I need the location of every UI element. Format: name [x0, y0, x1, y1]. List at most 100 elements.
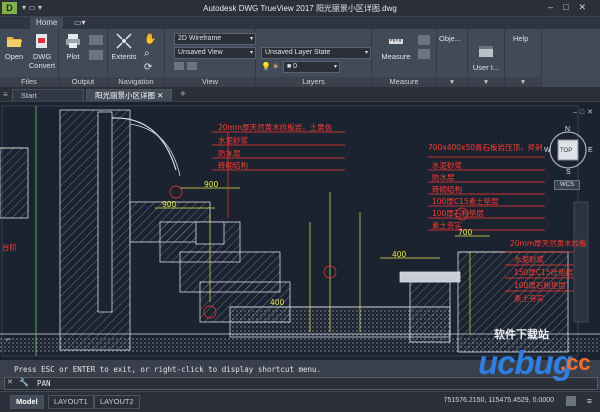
maximize-icon[interactable]: □ — [563, 2, 578, 12]
tab-home[interactable]: Home — [30, 17, 64, 29]
viewport-icon[interactable] — [174, 62, 184, 70]
menu-icon[interactable]: ≡ — [587, 396, 592, 406]
layer-freeze-icon[interactable]: ☀ — [272, 62, 279, 71]
note-17: 台阶 — [2, 243, 17, 252]
note-4: 砖砌结构 — [218, 161, 248, 170]
settings-icon[interactable] — [566, 396, 576, 406]
note-6: 水泥砂浆 — [432, 161, 462, 170]
preview-icon[interactable] — [89, 50, 103, 60]
wcs-dropdown[interactable]: WCS — [554, 180, 580, 190]
layers-panel-title: Layers — [256, 77, 371, 87]
current-layer-dropdown[interactable]: ■ 0 ▾ — [283, 61, 340, 73]
zoom-extents-icon — [116, 33, 132, 49]
close-command-icon[interactable]: ✕ — [7, 378, 13, 386]
layer-on-icon[interactable]: 💡 — [261, 62, 271, 71]
note-8: 砖砌结构 — [432, 185, 462, 194]
tab-drawing[interactable]: 阳光丽景小区详图 ✕ — [86, 89, 173, 101]
document-tab-bar: ≡ Start 阳光丽景小区详图 ✕ + — [0, 88, 600, 102]
dimension-2: 900 — [204, 180, 219, 189]
distance-icon[interactable] — [418, 35, 430, 45]
dimension-4: 700 — [458, 228, 473, 237]
viewcube-south-label: S — [566, 169, 571, 176]
note-5: 700x400x50青石板岩压顶，斧剁 — [428, 143, 543, 152]
window-controls[interactable]: –□✕ — [548, 2, 596, 13]
open-button[interactable]: Open — [3, 32, 25, 61]
visual-style-dropdown[interactable]: 2D Wireframe ▾ — [174, 33, 256, 45]
user-interface-button[interactable]: User I... — [470, 43, 502, 72]
wrench-icon[interactable]: 🔧 — [19, 378, 29, 387]
help-label[interactable]: Help — [513, 34, 528, 43]
viewcube-east-label: E — [588, 147, 593, 154]
chevron-down-icon: ▾ — [333, 64, 337, 70]
navigation-bar[interactable] — [573, 201, 589, 323]
objects-label[interactable]: Obje... — [439, 34, 461, 43]
named-view-dropdown[interactable]: Unsaved View ▾ — [174, 47, 256, 59]
open-button-label: Open — [4, 52, 24, 61]
navigation-panel: Extents ✋ ⌕ ⟳ Navigation — [108, 29, 165, 87]
tab-layout2[interactable]: LAYOUT2 — [94, 395, 140, 409]
user-interface-panel: User I... ▾ — [468, 29, 505, 87]
title-bar: D ▾ ▭ ▾ Autodesk DWG TrueView 2017 阳光丽景小… — [0, 0, 600, 17]
navigation-panel-title: Navigation — [108, 77, 164, 87]
orbit-icon[interactable]: ⟳ — [144, 62, 152, 73]
view-panel: 2D Wireframe ▾ Unsaved View ▾ View — [165, 29, 256, 87]
watermark-logo: 软件下载站 ucbug .cc — [448, 326, 598, 384]
note-13: 水泥砂浆 — [514, 255, 544, 264]
dimension-5: 400 — [270, 298, 285, 307]
viewcube-west-label: W — [544, 147, 551, 154]
command-prompt: PAN — [37, 379, 51, 388]
note-15: 100厚石粉垫层 — [514, 281, 566, 290]
files-panel-title: Files — [0, 77, 58, 87]
objects-panel: Obje... ▾ — [437, 29, 468, 87]
tab-model[interactable]: Model — [10, 395, 44, 409]
note-14: 150厚C15砼垫层 — [514, 268, 574, 277]
new-tab-button[interactable]: + — [180, 89, 186, 100]
dwg-convert-label: DWG Convert — [28, 52, 56, 70]
plot-button-label: Plot — [66, 52, 80, 61]
note-7: 防水层 — [432, 173, 455, 182]
close-icon[interactable]: ✕ — [578, 2, 596, 12]
view-manager-icon[interactable] — [187, 62, 197, 70]
status-bar: Model LAYOUT1 LAYOUT2 751576.2150, 11547… — [0, 391, 600, 412]
objects-expand-icon[interactable]: ▾ — [437, 77, 467, 87]
ucs-icon: ⌐ — [6, 334, 12, 344]
layers-panel: Unsaved Layer State ▾ 💡 ☀ ■ 0 ▾ Layers — [256, 29, 372, 87]
watermark-subtitle: 软件下载站 — [494, 329, 549, 341]
chevron-down-icon: ▾ — [249, 50, 253, 56]
layer-state-dropdown[interactable]: Unsaved Layer State ▾ — [261, 47, 371, 59]
extents-label: Extents — [111, 52, 137, 61]
ruler-icon — [389, 39, 403, 44]
plot-button[interactable]: Plot — [62, 32, 84, 61]
user-interface-expand-icon[interactable]: ▾ — [468, 77, 504, 87]
note-1: 20mm厚天然黄木纹板岩，土黄色 — [218, 123, 333, 132]
files-panel: Open DWG Convert Files — [0, 29, 59, 87]
area-icon[interactable] — [418, 49, 430, 59]
drawing-canvas[interactable]: N TOP W E S WCS –□✕ 20mm厚天然黄木纹板岩，土黄色 水泥砂… — [0, 102, 600, 360]
tab-start[interactable]: Start — [12, 89, 84, 101]
extents-button[interactable]: Extents — [110, 32, 138, 61]
minimize-icon[interactable]: – — [548, 2, 563, 12]
pan-hand-icon[interactable]: ✋ — [144, 34, 156, 45]
dwg-convert-icon — [36, 34, 47, 48]
ribbon-tab-bar: Home ▭▾ — [0, 17, 600, 29]
file-tab-menu-icon[interactable]: ≡ — [3, 90, 8, 99]
viewport-controls[interactable]: –□✕ — [573, 108, 596, 116]
batch-plot-icon[interactable] — [89, 35, 103, 45]
dimension-1: 900 — [162, 200, 177, 209]
note-10: 100厚石粉垫层 — [432, 209, 484, 218]
measure-panel: Measure Measure — [372, 29, 437, 87]
measure-label: Measure — [381, 52, 411, 61]
help-expand-icon[interactable]: ▾ — [505, 77, 541, 87]
window-layout-icon — [479, 46, 493, 57]
help-panel: Help ▾ — [505, 29, 542, 87]
zoom-realtime-icon[interactable]: ⌕ — [144, 48, 150, 59]
ribbon-options-icon[interactable]: ▭▾ — [68, 17, 92, 29]
viewcube-top-face[interactable]: TOP — [560, 148, 572, 154]
cad-drawing — [0, 105, 600, 357]
nav-tools[interactable]: ✋ ⌕ ⟳ — [144, 33, 156, 75]
close-tab-icon[interactable]: ✕ — [157, 91, 163, 100]
tab-layout1[interactable]: LAYOUT1 — [48, 395, 94, 409]
measure-button[interactable]: Measure — [376, 32, 416, 61]
dwg-convert-button[interactable]: DWG Convert — [27, 32, 57, 70]
user-interface-label: User I... — [472, 63, 500, 72]
